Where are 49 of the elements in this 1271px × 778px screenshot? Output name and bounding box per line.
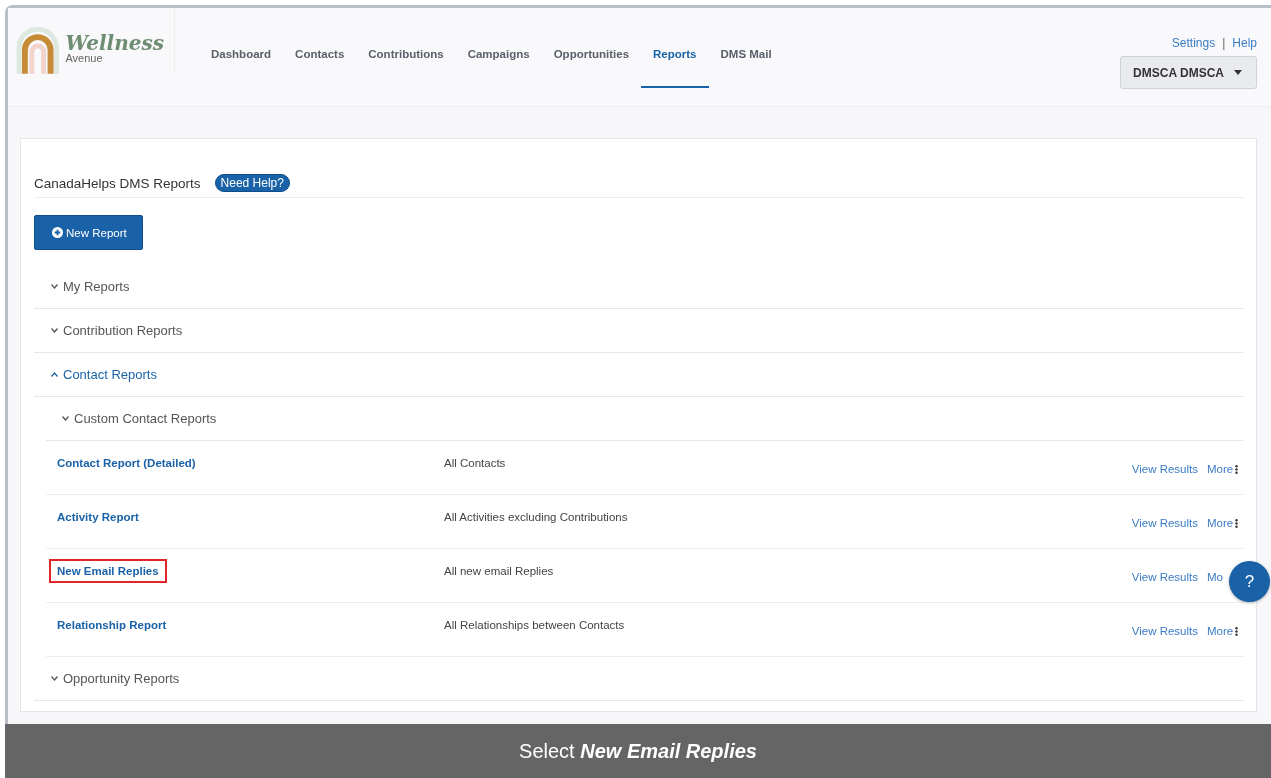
vertical-dots-icon [1235,464,1239,474]
report-link[interactable]: Activity Report [49,505,147,529]
section-toggle[interactable]: Opportunity Reports [34,671,180,686]
more-menu-link[interactable]: More [1207,463,1239,475]
view-results-link[interactable]: View Results [1131,517,1198,529]
rainbow-logo-icon [16,26,60,74]
nav-tab[interactable]: Dashboard [199,48,284,88]
new-report-button[interactable]: New Report [34,215,143,250]
user-menu-button[interactable]: DMSCA DMSCA [1120,56,1257,89]
help-link[interactable]: Help [1232,36,1257,50]
more-menu-link[interactable]: More [1207,625,1239,637]
logo-name: Wellness [65,33,164,53]
view-results-link[interactable]: View Results [1131,625,1198,637]
chevron-icon [51,676,58,681]
section-toggle[interactable]: My Reports [34,279,130,294]
section-toggle[interactable]: Contribution Reports [34,323,183,338]
report-description: All Contacts [444,456,506,469]
more-menu-link[interactable]: More [1207,517,1239,529]
report-link[interactable]: Contact Report (Detailed) [49,451,204,475]
view-results-link[interactable]: View Results [1131,571,1198,583]
caret-icon [1234,70,1242,75]
subsection-toggle[interactable]: Custom Contact Reports [46,411,217,426]
more-menu-link[interactable]: Mo [1207,571,1223,583]
section-toggle[interactable]: Contact Reports [34,367,157,382]
separator: | [1222,36,1226,50]
report-link[interactable]: Relationship Report [49,613,175,637]
chevron-icon [51,328,58,333]
view-results-link[interactable]: View Results [1131,463,1198,475]
report-description: All Relationships between Contacts [444,618,625,631]
chevron-icon [51,284,58,289]
nav-tab[interactable]: Campaigns [455,48,542,88]
vertical-dots-icon [1235,518,1239,528]
chevron-icon [62,416,69,421]
nav-tab[interactable]: DMS Mail [708,48,784,88]
report-description: All Activities excluding Contributions [444,510,628,523]
caption-text: Select New Email Replies [519,739,757,763]
page-title: CanadaHelps DMS Reports [34,175,201,191]
nav-tab[interactable]: Reports [641,48,709,88]
nav-tab[interactable]: Opportunities [541,48,642,88]
report-description: All new email Replies [444,564,554,577]
vertical-dots-icon [1235,626,1239,636]
need-help-link[interactable]: Need Help? [214,174,290,192]
logo-subtitle: Avenue [65,53,104,64]
nav-tab[interactable]: Contributions [356,48,456,88]
nav-tab[interactable]: Contacts [283,48,357,88]
chevron-icon [51,372,58,377]
plus-circle-icon [52,227,63,238]
report-link[interactable]: New Email Replies [49,559,167,583]
settings-link[interactable]: Settings [1171,36,1216,50]
